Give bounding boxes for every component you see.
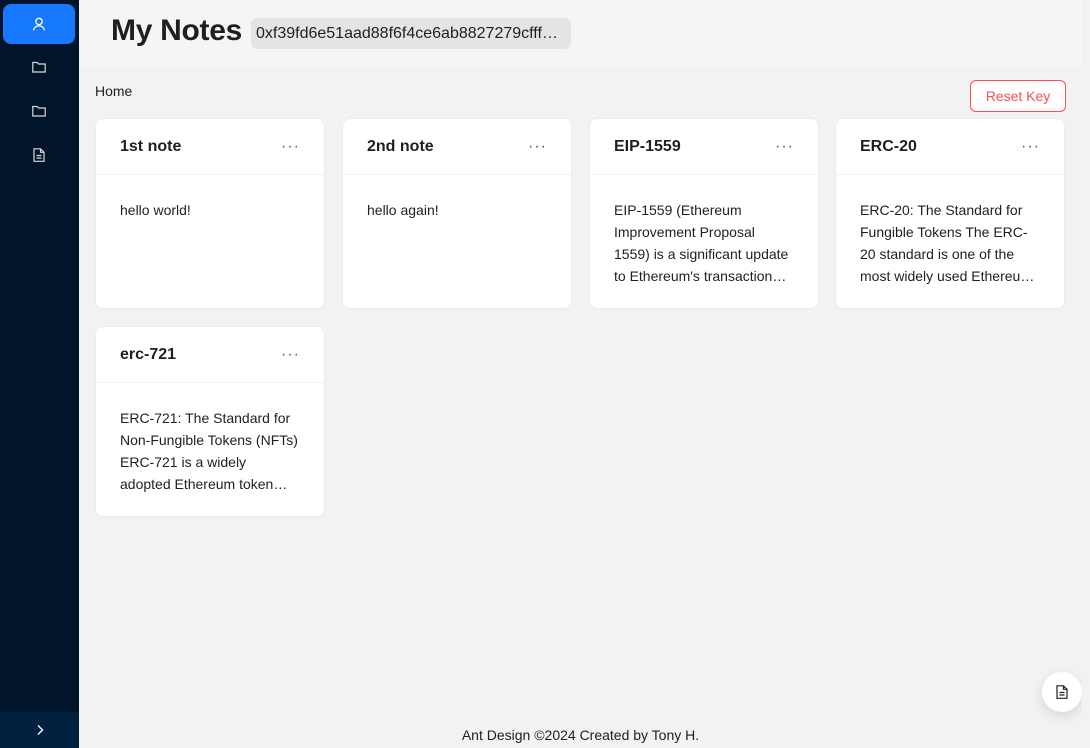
card-body: EIP-1559 (Ethereum Improvement Proposal … <box>614 202 789 284</box>
note-card[interactable]: EIP-1559 ··· EIP-1559 (Ethereum Improvem… <box>589 118 819 309</box>
reset-key-button[interactable]: Reset Key <box>970 80 1066 112</box>
sidebar-item-folder-1[interactable] <box>3 47 75 87</box>
card-title: 1st note <box>120 137 182 155</box>
note-card[interactable]: 1st note ··· hello world! <box>95 118 325 309</box>
sidebar-collapse-toggle[interactable] <box>0 712 79 748</box>
card-body: hello world! <box>120 202 191 218</box>
more-icon[interactable]: ··· <box>1021 138 1040 155</box>
footer: Ant Design ©2024 Created by Tony H. <box>461 727 700 743</box>
folder-icon <box>32 61 46 73</box>
folder-icon <box>32 105 46 117</box>
more-icon[interactable]: ··· <box>281 346 300 363</box>
scrollbar[interactable] <box>1082 0 1090 748</box>
chevron-right-icon <box>37 725 43 735</box>
breadcrumb[interactable]: Home <box>95 83 132 99</box>
more-icon[interactable]: ··· <box>281 138 300 155</box>
sidebar <box>0 0 79 748</box>
card-title: EIP-1559 <box>614 137 681 155</box>
card-body: hello again! <box>367 202 439 218</box>
user-icon <box>32 17 46 31</box>
card-title: 2nd note <box>367 137 434 155</box>
card-header: EIP-1559 ··· <box>590 119 818 175</box>
more-icon[interactable]: ··· <box>775 138 794 155</box>
note-card[interactable]: erc-721 ··· ERC-721: The Standard for No… <box>95 326 325 517</box>
card-title: ERC-20 <box>860 137 917 155</box>
sidebar-item-file[interactable] <box>3 135 75 175</box>
key-tag: 0xf39fd6e51aad88f6f4ce6ab8827279cfffb922… <box>251 18 571 49</box>
file-icon <box>33 148 45 162</box>
more-icon[interactable]: ··· <box>528 138 547 155</box>
card-body: ERC-721: The Standard for Non-Fungible T… <box>120 410 298 492</box>
card-header: ERC-20 ··· <box>836 119 1064 175</box>
page-title: My Notes <box>111 14 242 47</box>
sidebar-item-user[interactable] <box>3 4 75 44</box>
note-card[interactable]: 2nd note ··· hello again! <box>342 118 572 309</box>
card-title: erc-721 <box>120 345 177 363</box>
card-header: erc-721 ··· <box>96 327 324 383</box>
card-header: 2nd note ··· <box>343 119 571 175</box>
float-doc-button[interactable] <box>1042 672 1082 712</box>
card-header: 1st note ··· <box>96 119 324 175</box>
header: My Notes 0xf39fd6e51aad88f6f4ce6ab882727… <box>79 0 1090 66</box>
card-body: ERC-20: The Standard for Fungible Tokens… <box>860 202 1032 284</box>
file-text-icon <box>1056 685 1068 699</box>
sidebar-item-folder-2[interactable] <box>3 91 75 131</box>
note-card[interactable]: ERC-20 ··· ERC-20: The Standard for Fung… <box>835 118 1065 309</box>
